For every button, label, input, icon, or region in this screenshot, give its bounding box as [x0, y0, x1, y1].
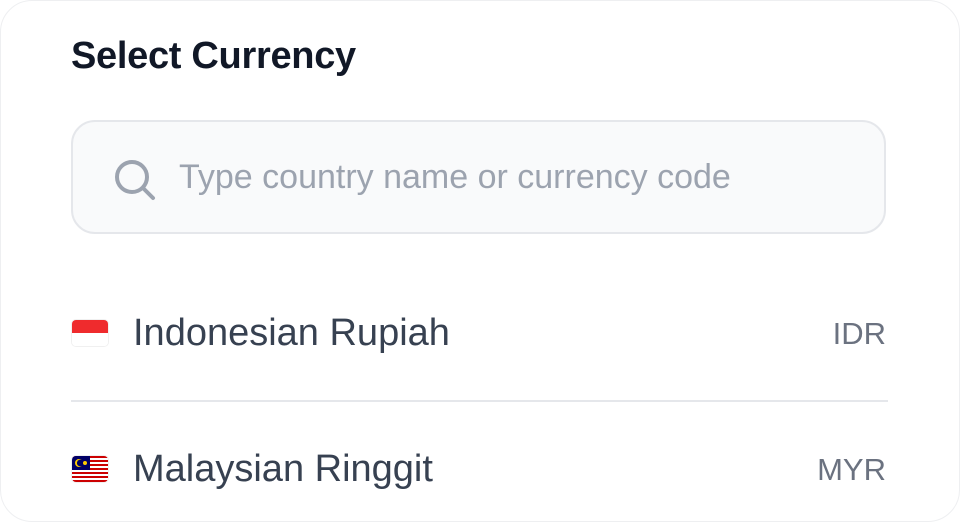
- search-input[interactable]: [179, 122, 869, 232]
- currency-name: Indonesian Rupiah: [133, 312, 450, 354]
- currency-code: MYR: [817, 452, 886, 487]
- indonesia-flag-icon: [72, 320, 108, 346]
- search-box[interactable]: [71, 120, 886, 234]
- malaysia-flag-icon: [72, 456, 108, 482]
- page-title: Select Currency: [71, 35, 356, 77]
- search-icon: [115, 160, 155, 200]
- currency-item-idr[interactable]: Indonesian Rupiah IDR: [71, 266, 888, 402]
- currency-code: IDR: [832, 316, 886, 351]
- currency-item-myr[interactable]: Malaysian Ringgit MYR: [71, 402, 888, 521]
- currency-name: Malaysian Ringgit: [133, 448, 433, 490]
- currency-list: Indonesian Rupiah IDR Malaysian Ringgit …: [71, 266, 888, 521]
- currency-selector-sheet: Select Currency Indonesian Rupiah IDR: [0, 0, 960, 522]
